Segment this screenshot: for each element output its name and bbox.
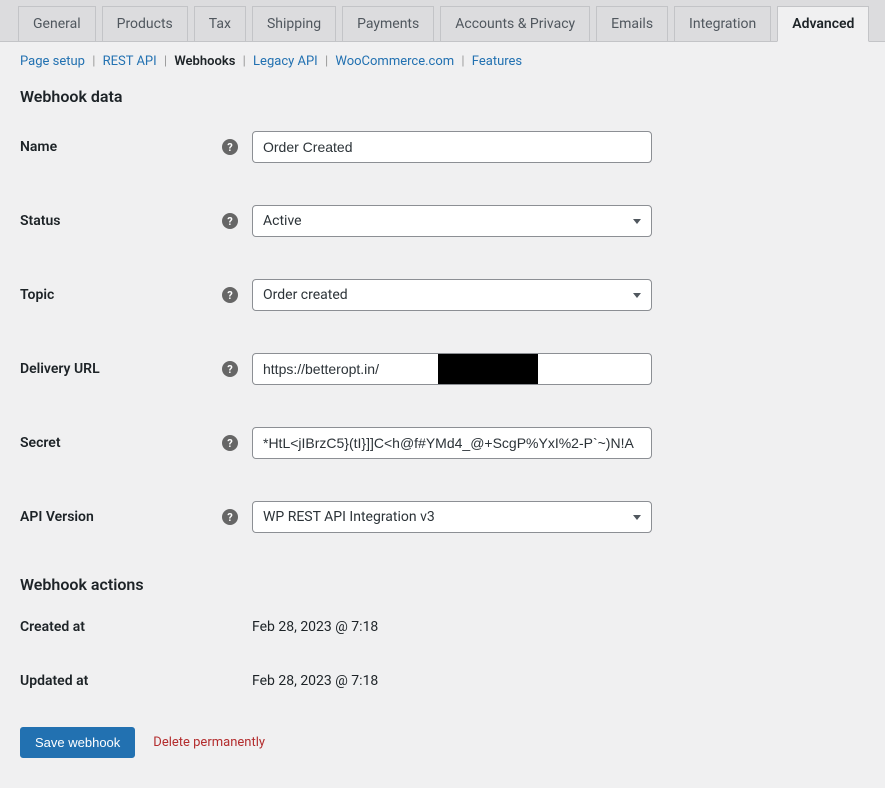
api-version-select[interactable]: WP REST API Integration v3 xyxy=(252,501,652,533)
api-version-select-value: WP REST API Integration v3 xyxy=(263,509,435,525)
subnav-separator: | xyxy=(325,54,328,69)
help-icon[interactable]: ? xyxy=(222,435,238,451)
subnav-page-setup[interactable]: Page setup xyxy=(20,54,85,69)
delete-link[interactable]: Delete permanently xyxy=(153,735,265,750)
tab-advanced[interactable]: Advanced xyxy=(777,6,869,42)
subnav-woocommerce[interactable]: WooCommerce.com xyxy=(335,54,454,69)
topic-select-value: Order created xyxy=(263,287,348,303)
delivery-url-label: Delivery URL xyxy=(20,361,100,377)
tab-accounts-privacy[interactable]: Accounts & Privacy xyxy=(440,6,590,41)
subnav-separator: | xyxy=(92,54,95,69)
help-icon[interactable]: ? xyxy=(222,361,238,377)
subnav-separator: | xyxy=(164,54,167,69)
tab-tax[interactable]: Tax xyxy=(194,6,246,41)
tab-emails[interactable]: Emails xyxy=(596,6,668,41)
subnav-webhooks[interactable]: Webhooks xyxy=(174,54,235,69)
chevron-down-icon xyxy=(633,219,641,224)
name-label: Name xyxy=(20,139,57,155)
subnav-rest-api[interactable]: REST API xyxy=(103,54,157,69)
status-select-value: Active xyxy=(263,213,302,229)
status-select[interactable]: Active xyxy=(252,205,652,237)
tab-products[interactable]: Products xyxy=(102,6,188,41)
delivery-url-input[interactable] xyxy=(252,353,652,385)
section-title-actions: Webhook actions xyxy=(20,575,865,594)
help-icon[interactable]: ? xyxy=(222,213,238,229)
tab-integration[interactable]: Integration xyxy=(674,6,771,41)
secret-input[interactable] xyxy=(252,427,652,459)
help-icon[interactable]: ? xyxy=(222,139,238,155)
tab-general[interactable]: General xyxy=(18,6,96,41)
created-at-label: Created at xyxy=(20,619,85,635)
subnav-legacy-api[interactable]: Legacy API xyxy=(253,54,318,69)
status-label: Status xyxy=(20,213,60,229)
settings-tabs: General Products Tax Shipping Payments A… xyxy=(0,0,885,42)
tab-shipping[interactable]: Shipping xyxy=(252,6,336,41)
api-version-label: API Version xyxy=(20,509,94,525)
updated-at-label: Updated at xyxy=(20,673,88,689)
chevron-down-icon xyxy=(633,515,641,520)
chevron-down-icon xyxy=(633,293,641,298)
name-input[interactable] xyxy=(252,131,652,163)
updated-at-value: Feb 28, 2023 @ 7:18 xyxy=(252,673,378,689)
subnav-separator: | xyxy=(243,54,246,69)
save-button[interactable]: Save webhook xyxy=(20,727,135,758)
subnav-features[interactable]: Features xyxy=(472,54,522,69)
topic-select[interactable]: Order created xyxy=(252,279,652,311)
subnav-separator: | xyxy=(461,54,464,69)
help-icon[interactable]: ? xyxy=(222,509,238,525)
created-at-value: Feb 28, 2023 @ 7:18 xyxy=(252,619,378,635)
secret-label: Secret xyxy=(20,435,61,451)
help-icon[interactable]: ? xyxy=(222,287,238,303)
topic-label: Topic xyxy=(20,287,54,303)
tab-payments[interactable]: Payments xyxy=(342,6,434,41)
subnav: Page setup | REST API | Webhooks | Legac… xyxy=(0,42,885,79)
section-title-data: Webhook data xyxy=(20,87,865,106)
